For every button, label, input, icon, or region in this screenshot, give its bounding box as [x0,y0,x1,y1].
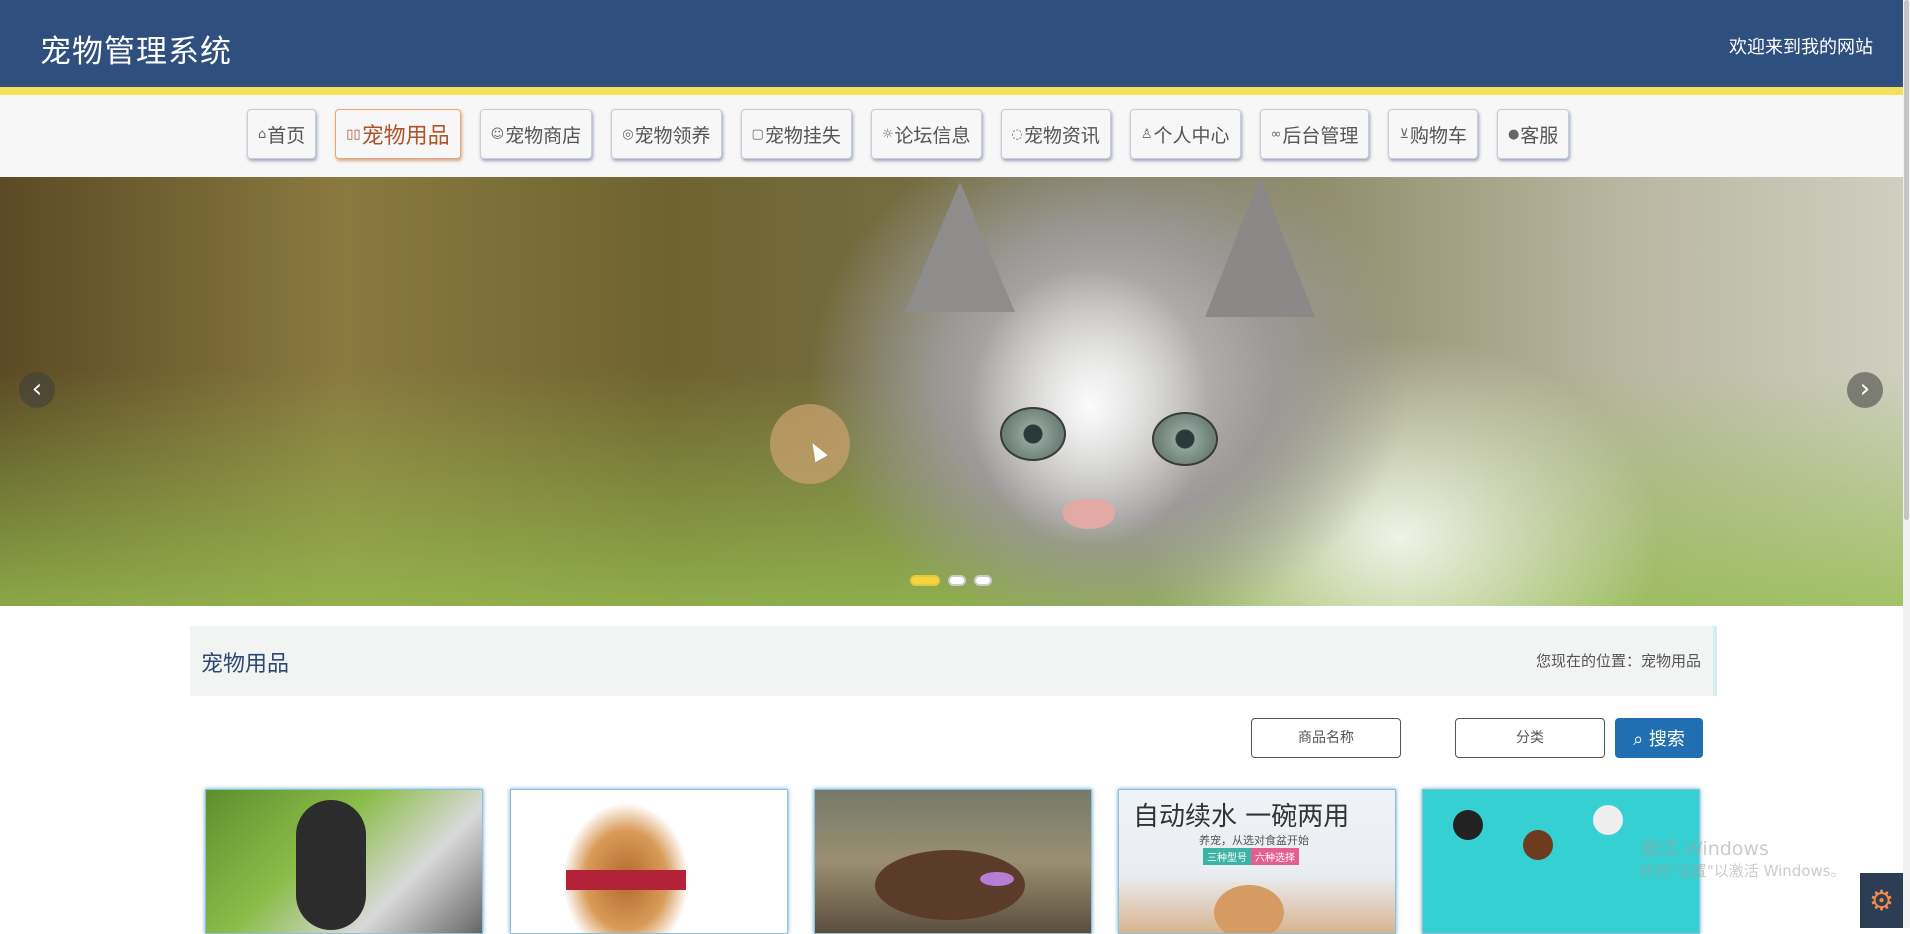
search-button[interactable]: ⌕ 搜索 [1615,718,1703,758]
carousel-prev-button[interactable]: ‹ [19,372,55,408]
product-image [296,800,366,930]
windows-activation-watermark: 激活 Windows 转到"设置"以激活 Windows。 [1640,838,1846,882]
kitten-eye [1152,412,1218,466]
goods-icon: ▯▯ [346,126,361,142]
product-image [1214,885,1284,933]
watermark-line1: 激活 Windows [1640,838,1769,860]
news-icon: ◌ [1011,126,1023,142]
site-title: 宠物管理系统 [40,34,232,70]
carousel-dot[interactable] [974,575,992,586]
product-card[interactable]: 自动续水 一碗两用 养宠，从选对食盆开始 三种型号 六种选择 [1118,789,1396,934]
breadcrumb-prefix: 您现在的位置： [1535,652,1641,670]
nav-item-home[interactable]: ⌂ 首页 [247,109,317,159]
kitten-nose [1063,499,1115,529]
search-icon: ⌕ [1633,729,1644,750]
kitten-eye [1000,407,1066,461]
nav-item-label: 个人中心 [1153,124,1230,147]
kitten-image [905,182,1015,312]
breadcrumb-current: 宠物用品 [1640,652,1701,670]
cart-icon: ⊻ [1399,126,1409,142]
scrollbar-thumb[interactable] [1904,0,1909,520]
frisbee-image [980,872,1014,886]
nav-item-label: 宠物资讯 [1023,124,1100,147]
product-tag: 六种选择 [1251,848,1299,865]
product-name-input[interactable] [1251,718,1401,758]
kitten-image-ear [1205,177,1315,317]
section-title: 宠物用品 [201,652,290,677]
nav-item-pet-lost[interactable]: ▢ 宠物挂失 [740,109,852,159]
carousel-dot[interactable] [910,575,940,586]
product-image [566,870,686,890]
nav-item-pet-adoption[interactable]: ◎ 宠物领养 [611,109,722,159]
product-card[interactable] [205,789,483,934]
nav-item-label: 后台管理 [1282,124,1359,147]
store-icon: ☺ [490,126,505,142]
nav-item-label: 客服 [1520,124,1559,147]
nav-item-label: 论坛信息 [894,124,971,147]
nav-item-pet-supplies[interactable]: ▯▯ 宠物用品 [335,109,461,159]
nav-item-forum[interactable]: ☼ 论坛信息 [870,109,982,159]
product-tag: 三种型号 [1203,848,1251,865]
category-input[interactable] [1455,718,1605,758]
product-banner-subtitle: 养宠，从选对食盆开始 [1199,834,1309,847]
user-icon: ♙ [1140,126,1153,142]
product-card[interactable] [510,789,788,934]
home-icon: ⌂ [258,126,267,142]
gear-icon: ⚙ [1868,884,1895,917]
nav-item-label: 宠物领养 [634,124,711,147]
floating-service-button[interactable]: ⚙ [1860,873,1903,928]
site-header: 宠物管理系统 欢迎来到我的网站 [0,0,1903,95]
search-button-label: 搜索 [1648,729,1685,750]
carousel-indicators [910,575,1000,586]
nav-item-label: 宠物商店 [505,124,582,147]
product-card[interactable] [814,789,1092,934]
carousel-dot[interactable] [948,575,966,586]
forum-icon: ☼ [881,126,894,142]
nav-item-admin[interactable]: ∞ 后台管理 [1259,109,1370,159]
nav-item-label: 宠物用品 [361,124,450,149]
service-icon: ● [1507,126,1520,142]
nav-item-pet-store[interactable]: ☺ 宠物商店 [479,109,593,159]
nav-item-user-center[interactable]: ♙ 个人中心 [1129,109,1241,159]
watermark-line2: 转到"设置"以激活 Windows。 [1640,862,1846,880]
nav-item-label: 首页 [267,124,306,147]
welcome-text: 欢迎来到我的网站 [1729,37,1873,58]
nav-item-cart[interactable]: ⊻ 购物车 [1388,109,1478,159]
product-image [1593,805,1623,835]
nav-item-service[interactable]: ● 客服 [1496,109,1570,159]
main-nav: ⌂ 首页 ▯▯ 宠物用品 ☺ 宠物商店 ◎ 宠物领养 ▢ 宠物挂失 ☼ 论坛信息… [0,95,1903,177]
link-icon: ∞ [1270,126,1282,142]
nav-item-label: 购物车 [1409,124,1467,147]
product-banner-title: 自动续水 一碗两用 [1133,802,1350,832]
product-image [1453,810,1483,840]
nav-item-pet-news[interactable]: ◌ 宠物资讯 [1000,109,1111,159]
breadcrumb: 您现在的位置：宠物用品 [1536,650,1701,671]
product-image [1523,830,1553,860]
banner-carousel: ‹ › [0,177,1903,606]
adopt-icon: ◎ [622,126,634,142]
section-header: 宠物用品 您现在的位置：宠物用品 [190,626,1717,696]
nav-item-label: 宠物挂失 [764,124,841,147]
lost-icon: ▢ [751,126,764,142]
carousel-next-button[interactable]: › [1847,372,1883,408]
